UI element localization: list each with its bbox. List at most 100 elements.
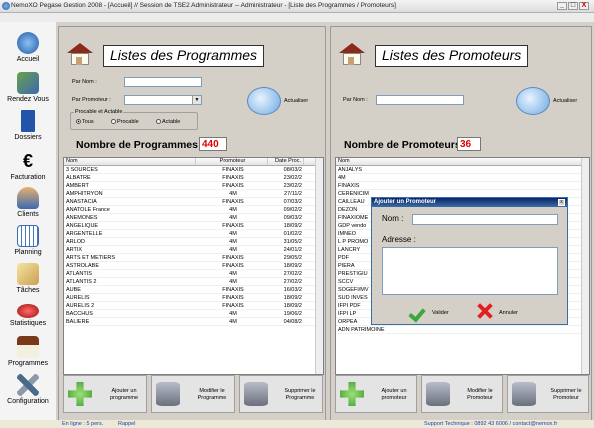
ajouter-programme-button[interactable]: Ajouter un programme bbox=[63, 375, 147, 413]
radio-actable[interactable]: Actable bbox=[156, 119, 180, 125]
sidebar-item-rendez-vous[interactable]: Rendez Vous bbox=[0, 72, 56, 103]
tasks-icon bbox=[17, 263, 39, 285]
table-row[interactable]: BALIERE 4M 04/08/2 bbox=[64, 318, 323, 326]
database-delete-icon bbox=[244, 382, 268, 406]
sidebar-item-configuration[interactable]: Configuration bbox=[0, 374, 56, 405]
database-icon bbox=[426, 382, 450, 406]
programme-name-input[interactable] bbox=[124, 77, 202, 87]
modifier-programme-button[interactable]: Modifier le Programme bbox=[151, 375, 235, 413]
table-row[interactable]: ANEMONES 4M 09/03/2 bbox=[64, 214, 323, 222]
table-cell: 18/09/2 bbox=[283, 303, 302, 309]
sidebar-item-dossiers[interactable]: Dossiers bbox=[0, 110, 56, 141]
table-row[interactable]: ARTS ET METIERS FINAXIS 29/05/2 bbox=[64, 254, 323, 262]
table-row[interactable]: ARLOD 4M 31/05/2 bbox=[64, 238, 323, 246]
table-cell: 4M bbox=[229, 311, 237, 317]
refresh-icon[interactable] bbox=[247, 87, 281, 115]
actualiser-programmes-button[interactable]: Actualiser bbox=[284, 98, 308, 104]
column-header-nom[interactable]: Nom bbox=[336, 158, 582, 165]
folder-icon bbox=[21, 110, 35, 132]
table-cell: ANEMONES bbox=[66, 215, 98, 221]
sidebar-item-statistiques[interactable]: Statistiques bbox=[0, 300, 56, 327]
sidebar-item-taches[interactable]: Tâches bbox=[0, 263, 56, 294]
valider-button[interactable]: Valider bbox=[432, 310, 449, 316]
programmes-table[interactable]: Nom Promoteur Date Proc. 3 SOURCES FINAXIS 0… bbox=[63, 157, 324, 375]
support-info: Support Technique : 0892 43 6006 / conta… bbox=[424, 421, 558, 427]
modifier-promoteur-button[interactable]: Modifier le Promoteur bbox=[421, 375, 503, 413]
table-row[interactable]: ALBATRE FINAXIS 23/02/2 bbox=[64, 174, 323, 182]
rappel-link[interactable]: Rappel bbox=[118, 421, 135, 427]
actualiser-promoteurs-button[interactable]: Actualiser bbox=[553, 98, 577, 104]
table-cell: ARTS ET METIERS bbox=[66, 255, 116, 261]
table-cell: ARLOD bbox=[66, 239, 85, 245]
table-row[interactable]: AMBERT FINAXIS 23/02/2 bbox=[64, 182, 323, 190]
person-icon bbox=[17, 187, 39, 209]
table-cell: 4M bbox=[229, 247, 237, 253]
column-header-date[interactable]: Date Proc. bbox=[268, 158, 304, 165]
table-row[interactable]: ADN PATRIMOINE bbox=[336, 326, 589, 334]
ajouter-promoteur-button[interactable]: Ajouter un promoteur bbox=[335, 375, 417, 413]
radio-procable[interactable]: Procable bbox=[111, 119, 139, 125]
table-cell: FINAXIS bbox=[222, 263, 244, 269]
table-cell: 4M bbox=[229, 231, 237, 237]
annuler-button[interactable]: Annuler bbox=[499, 310, 518, 316]
table-row[interactable]: 3 SOURCES FINAXIS 08/03/2 bbox=[64, 166, 323, 174]
table-row[interactable]: FINAXIS bbox=[336, 182, 589, 190]
sidebar-item-programmes[interactable]: Programmes bbox=[0, 336, 56, 367]
sidebar-item-clients[interactable]: Clients bbox=[0, 187, 56, 218]
sidebar-item-label: Tâches bbox=[16, 287, 40, 294]
table-row[interactable]: ANGELIQUE FINAXIS 18/09/2 bbox=[64, 222, 323, 230]
column-header-nom[interactable]: Nom bbox=[64, 158, 196, 165]
minimize-button[interactable]: _ bbox=[557, 2, 567, 10]
column-header-promoteur[interactable]: Promoteur bbox=[196, 158, 268, 165]
nom-input[interactable] bbox=[412, 214, 558, 225]
table-cell: BACCHUS bbox=[66, 311, 93, 317]
par-nom-label: Par Nom : bbox=[72, 79, 97, 85]
table-row[interactable]: ASTROLABE FINAXIS 18/09/2 bbox=[64, 262, 323, 270]
table-row[interactable]: ATLANTIS 2 4M 27/02/2 bbox=[64, 278, 323, 286]
table-cell: ANASTACIA bbox=[66, 199, 97, 205]
table-row[interactable]: AUBE FINAXIS 16/03/2 bbox=[64, 286, 323, 294]
sidebar-item-label: Planning bbox=[14, 249, 42, 256]
sidebar-item-facturation[interactable]: € Facturation bbox=[0, 150, 56, 181]
table-row[interactable]: ATLANTIS 4M 27/02/2 bbox=[64, 270, 323, 278]
table-row[interactable]: AMPHITRYON 4M 27/11/2 bbox=[64, 190, 323, 198]
supprimer-programme-button[interactable]: Supprimer le Programme bbox=[239, 375, 323, 413]
table-row[interactable]: 4M bbox=[336, 174, 589, 182]
sidebar-item-label: Accueil bbox=[16, 56, 40, 63]
close-button[interactable]: X bbox=[579, 2, 589, 10]
radio-tous[interactable]: Tous bbox=[76, 119, 94, 125]
table-cell: 4M bbox=[229, 215, 237, 221]
table-row[interactable]: ANJALYS bbox=[336, 166, 589, 174]
house-icon bbox=[339, 43, 365, 65]
sidebar-item-accueil[interactable]: Accueil bbox=[0, 32, 56, 63]
dialog-title: Ajouter un Promoteur bbox=[372, 198, 567, 207]
table-cell: 4M bbox=[229, 279, 237, 285]
table-scrollbar[interactable] bbox=[581, 158, 589, 374]
sidebar-item-planning[interactable]: Planning bbox=[0, 225, 56, 256]
check-icon bbox=[410, 304, 428, 320]
table-cell: FINAXIS bbox=[338, 183, 360, 189]
table-row[interactable]: BACCHUS 4M 19/06/2 bbox=[64, 310, 323, 318]
window-title: NemoXO Pegase Gestion 2008 - [Accueil] /… bbox=[11, 2, 396, 9]
table-scrollbar[interactable] bbox=[315, 158, 323, 374]
table-row[interactable]: AURELIS 2 FINAXIS 18/09/2 bbox=[64, 302, 323, 310]
par-promoteur-label: Par Promoteur : bbox=[72, 97, 111, 103]
table-row[interactable]: ARTIX 4M 24/01/2 bbox=[64, 246, 323, 254]
table-row[interactable]: ARGENTELLE 4M 01/02/2 bbox=[64, 230, 323, 238]
table-cell: AUBE bbox=[66, 287, 81, 293]
promoteur-select[interactable]: ▼ bbox=[124, 95, 202, 105]
refresh-icon[interactable] bbox=[516, 87, 550, 115]
adresse-textarea[interactable] bbox=[382, 247, 558, 295]
promoteur-name-input[interactable] bbox=[376, 95, 464, 105]
table-cell: AMBERT bbox=[66, 183, 89, 189]
sidebar-item-label: Clients bbox=[17, 211, 39, 218]
table-row[interactable]: ANATOLE France 4M 09/02/2 bbox=[64, 206, 323, 214]
button-label: Ajouter un promoteur bbox=[381, 388, 407, 401]
table-row[interactable]: AURELIS FINAXIS 18/09/2 bbox=[64, 294, 323, 302]
table-cell: 18/09/2 bbox=[283, 223, 302, 229]
maximize-button[interactable]: □ bbox=[568, 2, 578, 10]
table-row[interactable]: ANASTACIA FINAXIS 07/03/2 bbox=[64, 198, 323, 206]
table-cell: 4M bbox=[229, 239, 237, 245]
supprimer-promoteur-button[interactable]: Supprimer le Promoteur bbox=[507, 375, 589, 413]
close-icon[interactable]: x bbox=[558, 199, 565, 206]
